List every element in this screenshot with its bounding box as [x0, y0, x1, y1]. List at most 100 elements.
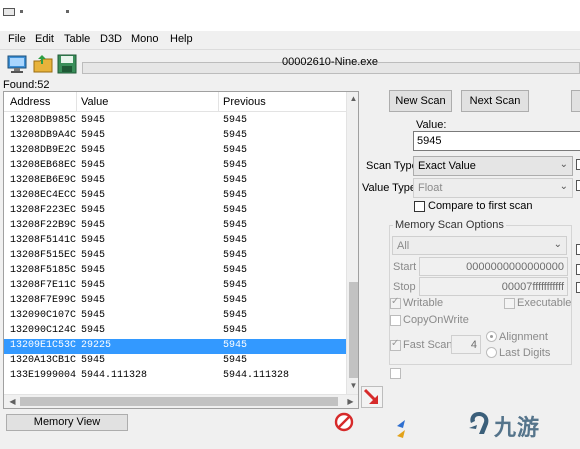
- cell-address: 132090C107C: [10, 310, 77, 321]
- scroll-up-icon[interactable]: ▲: [347, 92, 358, 105]
- stop-label: Stop: [393, 281, 416, 293]
- memory-region-select[interactable]: All ⌄: [392, 236, 567, 255]
- memory-region-value: All: [397, 240, 410, 252]
- scroll-down-icon[interactable]: ▼: [347, 379, 358, 392]
- pause-checkbox[interactable]: [390, 368, 401, 379]
- table-row[interactable]: 13208EB6E9C 5945 5945: [4, 174, 346, 189]
- results-list[interactable]: Address Value Previous 13208DB985C 5945 59…: [3, 91, 359, 409]
- value-input[interactable]: 5945: [413, 131, 580, 151]
- last-digits-label: Last Digits: [499, 347, 551, 359]
- table-row[interactable]: 1320A13CB1C 5945 5945: [4, 354, 346, 369]
- cell-address: 13208F223EC: [10, 205, 77, 216]
- table-row[interactable]: 132090C107C 5945 5945: [4, 309, 346, 324]
- scan-type-label: Scan Type: [366, 160, 418, 172]
- header-value[interactable]: Value: [81, 96, 108, 108]
- cell-address: 132090C124C: [10, 325, 77, 336]
- compare-first-checkbox[interactable]: [414, 201, 425, 212]
- cell-address: 13209E1C53C: [10, 340, 77, 351]
- menu-help[interactable]: Help: [170, 33, 193, 45]
- executable-label: Executable: [517, 297, 572, 309]
- menu-mono[interactable]: Mono: [131, 33, 159, 45]
- table-row[interactable]: 13208F5185C 5945 5945: [4, 264, 346, 279]
- cell-previous: 5945: [223, 235, 248, 246]
- table-row[interactable]: 13208F223EC 5945 5945: [4, 204, 346, 219]
- table-row[interactable]: 13208DB9A4C 5945 5945: [4, 129, 346, 144]
- table-row[interactable]: 132090C124C 5945 5945: [4, 324, 346, 339]
- value-type-select[interactable]: Float ⌄: [413, 178, 573, 198]
- new-scan-button[interactable]: New Scan: [389, 90, 452, 112]
- writable-checkbox[interactable]: [390, 296, 401, 309]
- header-address[interactable]: Address: [10, 96, 50, 108]
- table-row[interactable]: 13208F22B9C 5945 5945: [4, 219, 346, 234]
- open-folder-icon[interactable]: [32, 53, 54, 75]
- menu-d3d[interactable]: D3D: [100, 33, 122, 45]
- cell-value: 5945: [81, 295, 106, 306]
- cell-previous: 5945: [223, 355, 248, 366]
- table-row[interactable]: 13208F7E11C 5945 5945: [4, 279, 346, 294]
- cell-previous: 5945: [223, 175, 248, 186]
- header-previous[interactable]: Previous: [223, 96, 266, 108]
- cell-value: 5945: [81, 265, 106, 276]
- watermark: 九游: [494, 416, 541, 441]
- table-row[interactable]: 13208F7E99C 5945 5945: [4, 294, 346, 309]
- table-row[interactable]: 13208F515EC 5945 5945: [4, 249, 346, 264]
- menu-table[interactable]: Table: [64, 33, 90, 45]
- scroll-thumb[interactable]: [349, 282, 358, 378]
- stop-icon[interactable]: [334, 412, 354, 432]
- cell-value: 5945: [81, 235, 106, 246]
- next-scan-button[interactable]: Next Scan: [461, 90, 529, 112]
- select-process-icon[interactable]: [6, 53, 28, 75]
- chevron-down-icon: ⌄: [559, 159, 568, 170]
- table-row[interactable]: 13209E1C53C 29225 5945: [4, 339, 346, 354]
- memory-view-button[interactable]: Memory View: [6, 414, 128, 431]
- save-icon[interactable]: [56, 53, 78, 75]
- option-checkbox[interactable]: [576, 244, 580, 255]
- scroll-thumb[interactable]: [20, 397, 338, 406]
- process-name: 00002610-Nine.exe: [281, 56, 379, 68]
- cell-address: 13208EC4ECC: [10, 190, 77, 201]
- menu-edit[interactable]: Edit: [35, 33, 54, 45]
- stop-address-input[interactable]: 00007fffffffffff: [419, 277, 568, 296]
- copy-on-write-checkbox[interactable]: [390, 315, 401, 326]
- cell-address: 13208DB9A4C: [10, 130, 77, 141]
- executable-checkbox[interactable]: [504, 298, 515, 309]
- cell-value: 5945: [81, 280, 106, 291]
- cell-address: 13208F5141C: [10, 235, 77, 246]
- table-row[interactable]: 13208DB985C 5945 5945: [4, 114, 346, 129]
- table-row[interactable]: 13208EB68EC 5945 5945: [4, 159, 346, 174]
- memory-scan-options-title: Memory Scan Options: [393, 219, 506, 231]
- menu-file[interactable]: File: [8, 33, 26, 45]
- table-row[interactable]: 133E1999004 5944.111328 5944.111328: [4, 369, 346, 384]
- list-horizontal-scrollbar[interactable]: ◀ ▶: [4, 394, 358, 408]
- table-row[interactable]: 13208F5141C 5945 5945: [4, 234, 346, 249]
- cell-previous: 5945: [223, 145, 248, 156]
- last-digits-radio[interactable]: [486, 347, 497, 358]
- cell-address: 1320A13CB1C: [10, 355, 77, 366]
- scan-type-select[interactable]: Exact Value ⌄: [413, 156, 573, 176]
- alignment-radio[interactable]: [486, 331, 497, 342]
- fast-scan-checkbox[interactable]: [390, 338, 401, 351]
- scroll-right-icon[interactable]: ▶: [344, 395, 357, 408]
- scroll-left-icon[interactable]: ◀: [6, 395, 19, 408]
- option-checkbox[interactable]: [576, 282, 580, 293]
- cell-value: 29225: [81, 340, 112, 351]
- chevron-down-icon: ⌄: [553, 239, 562, 250]
- table-row[interactable]: 13208EC4ECC 5945 5945: [4, 189, 346, 204]
- cell-value: 5945: [81, 115, 106, 126]
- fast-scan-input[interactable]: 4: [451, 335, 481, 354]
- cell-address: 13208F22B9C: [10, 220, 77, 231]
- cell-previous: 5945: [223, 265, 248, 276]
- cell-address: 133E1999004: [10, 370, 77, 381]
- option-checkbox[interactable]: [576, 180, 580, 191]
- start-address-input[interactable]: 0000000000000000: [419, 257, 568, 276]
- option-checkbox[interactable]: [576, 159, 580, 170]
- option-checkbox[interactable]: [576, 264, 580, 275]
- cell-previous: 5945: [223, 310, 248, 321]
- cell-value: 5945: [81, 175, 106, 186]
- table-row[interactable]: 13208DB9E2C 5945 5945: [4, 144, 346, 159]
- undo-scan-button[interactable]: [571, 90, 580, 112]
- add-to-list-arrow-icon[interactable]: [361, 386, 383, 408]
- fast-scan-label: Fast Scan: [403, 339, 453, 351]
- cell-address: 13208DB9E2C: [10, 145, 77, 156]
- list-vertical-scrollbar[interactable]: ▲ ▼: [346, 92, 358, 394]
